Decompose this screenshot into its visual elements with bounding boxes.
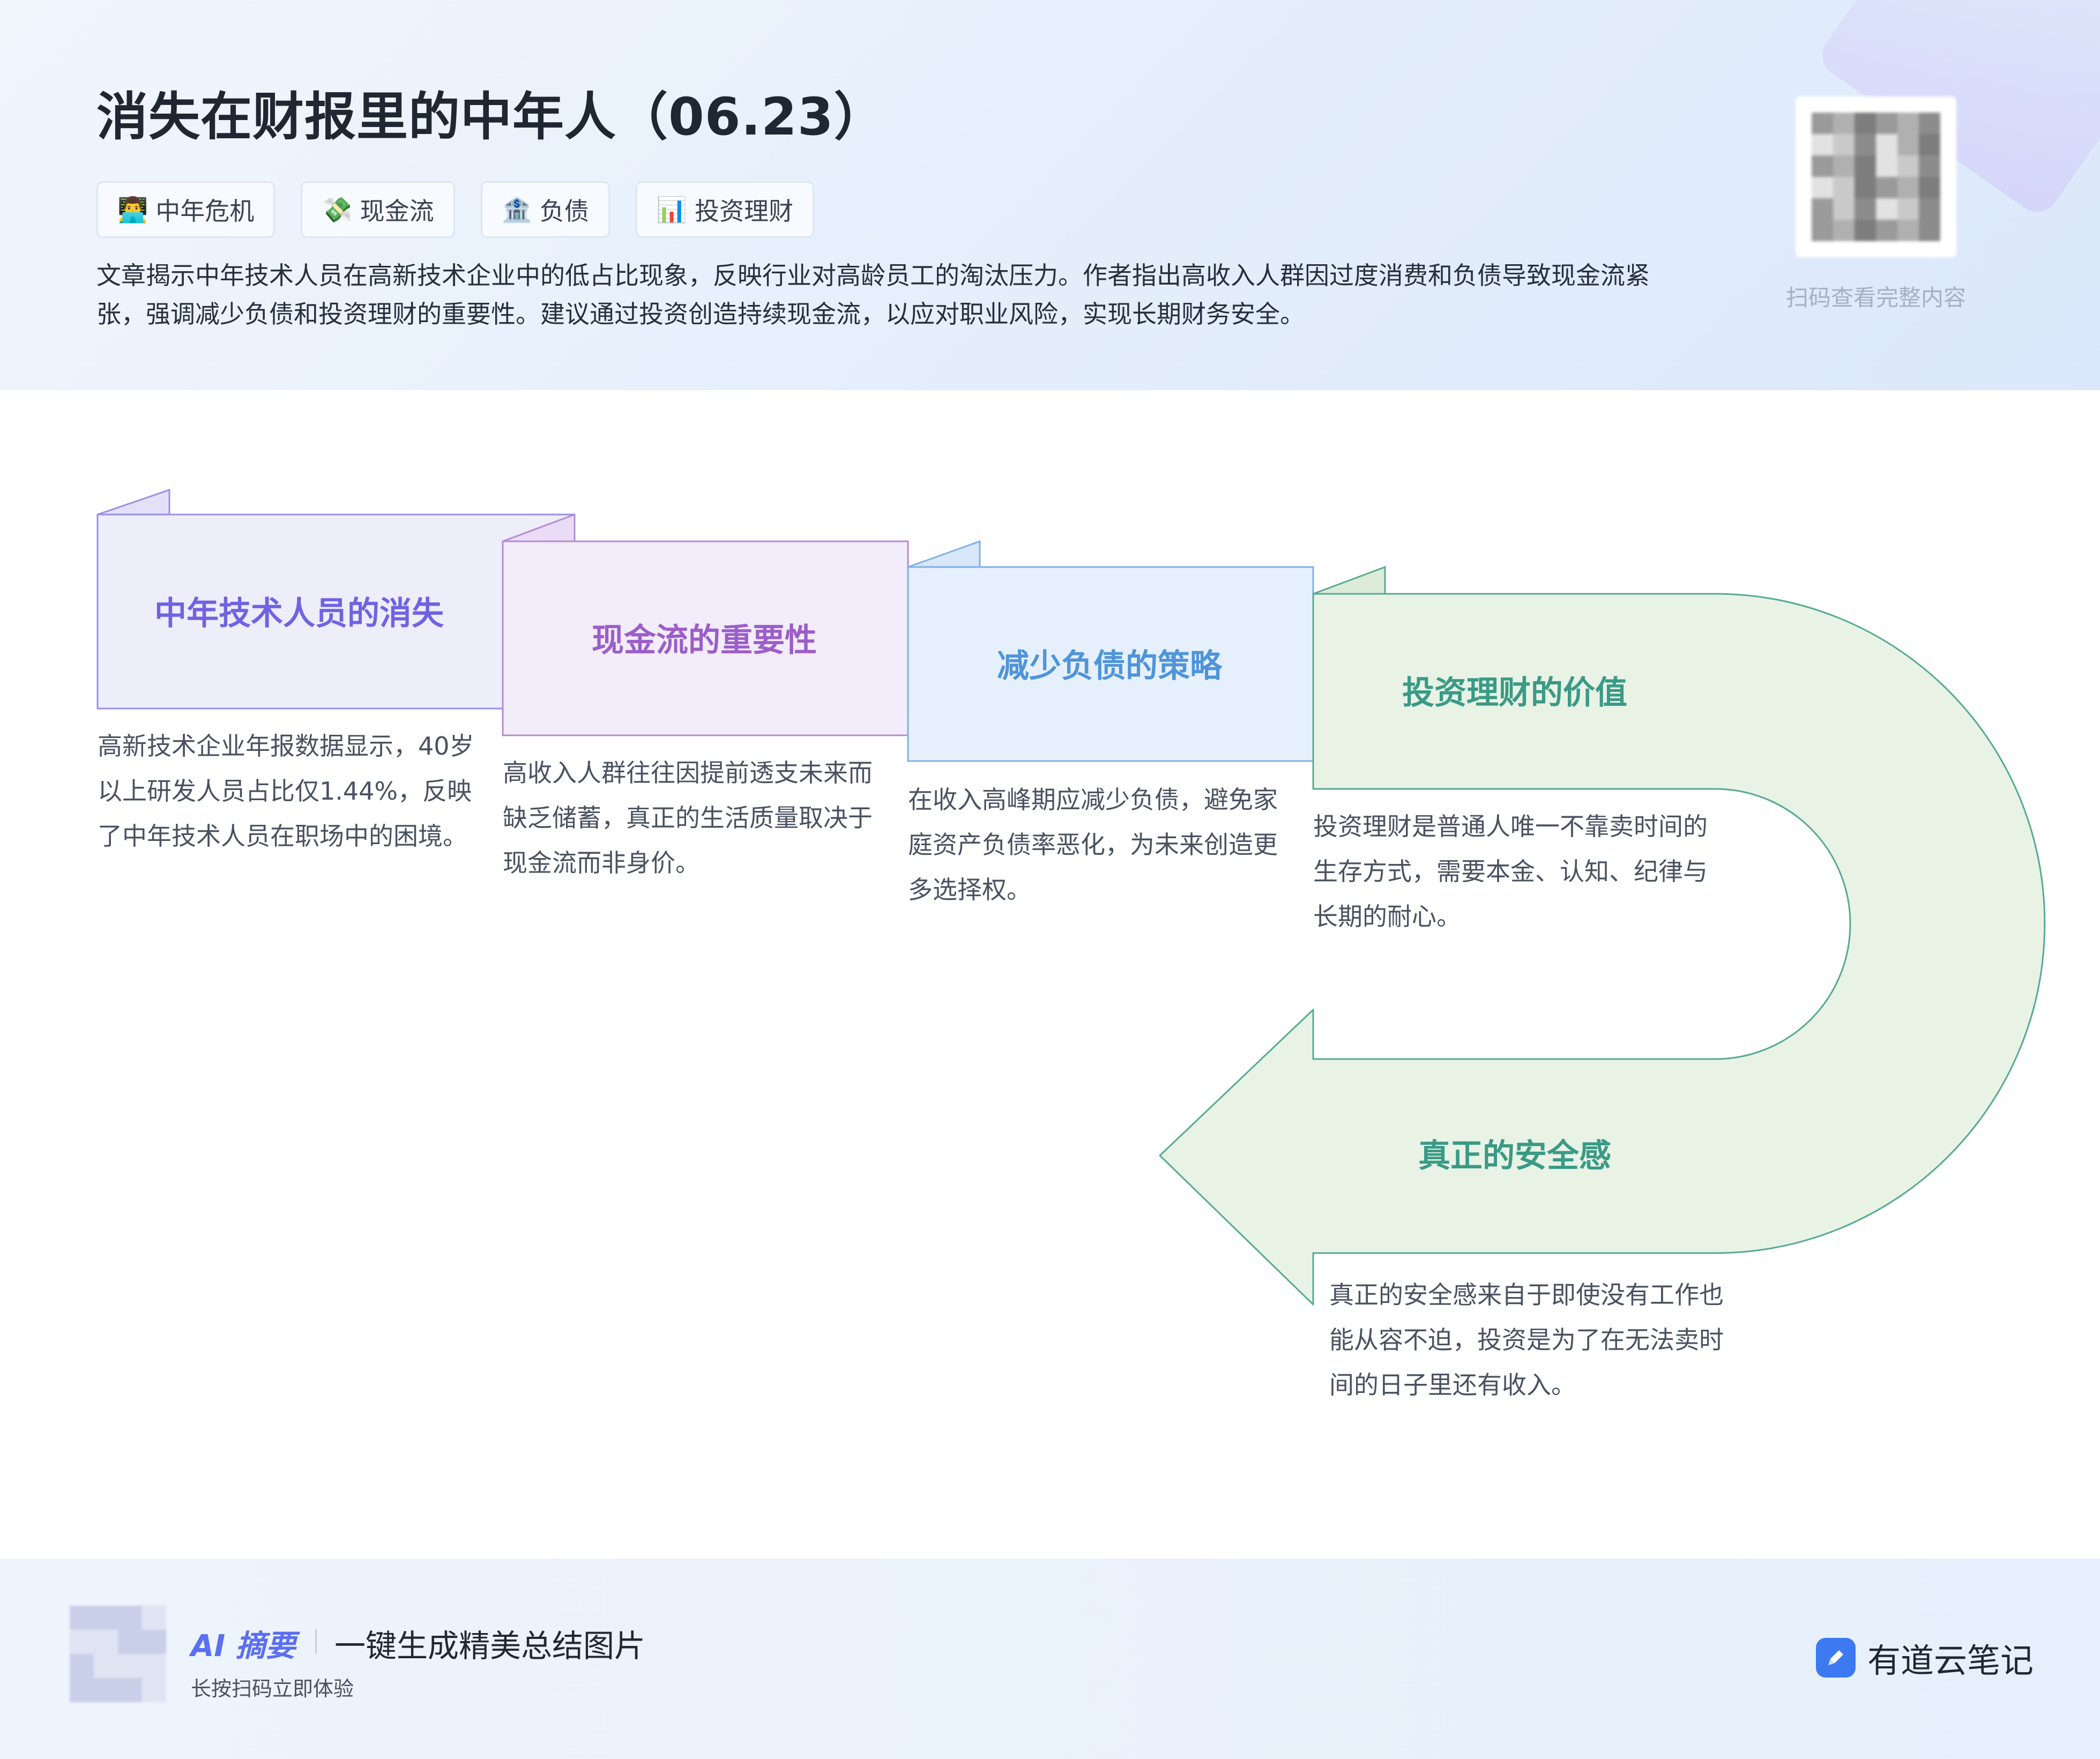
header: 消失在财报里的中年人（06.23） 👨‍💻 中年危机 💸 现金流 🏦 负债 📊 … bbox=[0, 0, 2100, 390]
flow-shapes bbox=[96, 488, 2046, 1306]
bank-icon: 🏦 bbox=[501, 195, 532, 224]
divider bbox=[315, 1629, 317, 1654]
tag-label: 中年危机 bbox=[155, 197, 255, 226]
tag-debt[interactable]: 🏦 负债 bbox=[480, 181, 610, 238]
step-5-title: 真正的安全感 bbox=[1418, 1137, 1611, 1175]
tag-cash-flow[interactable]: 💸 现金流 bbox=[301, 181, 455, 238]
qr-code[interactable] bbox=[1796, 96, 1956, 257]
step-3-description: 在收入高峰期应减少负债，避免家庭资产负债率恶化，为未来创造更多选择权。 bbox=[908, 785, 1278, 904]
footer-subtext: 长按扫码立即体验 bbox=[191, 1677, 354, 1701]
ai-summary-label: AI 摘要 bbox=[191, 1629, 296, 1664]
developer-emoji-icon: 👨‍💻 bbox=[117, 195, 148, 224]
step-4-fold bbox=[1313, 565, 1386, 595]
bar-chart-icon: 📊 bbox=[656, 195, 688, 224]
step-5-description: 真正的安全感来自于即使没有工作也能从容不迫，投资是为了在无法卖时间的日子里还有收… bbox=[1329, 1280, 1724, 1399]
tag-investing[interactable]: 📊 投资理财 bbox=[635, 181, 815, 238]
brand-name: 有道云笔记 bbox=[1867, 1641, 2034, 1680]
footer-slogan: 一键生成精美总结图片 bbox=[334, 1628, 646, 1664]
tag-label: 现金流 bbox=[360, 197, 434, 226]
step-1-description: 高新技术企业年报数据显示，40岁以上研发人员占比仅1.44%，反映了中年技术人员… bbox=[98, 732, 474, 851]
qr-caption: 扫码查看完整内容 bbox=[1785, 285, 1966, 311]
note-pen-icon bbox=[1816, 1638, 1856, 1678]
step-2-description: 高收入人群往往因提前透支未来而缺乏储蓄，真正的生活质量取决于现金流而非身价。 bbox=[503, 758, 873, 877]
brand-logo[interactable]: 有道云笔记 bbox=[1816, 1634, 2034, 1682]
tag-label: 负债 bbox=[539, 197, 589, 226]
page-title: 消失在财报里的中年人（06.23） bbox=[96, 87, 886, 147]
footer: AI 摘要 一键生成精美总结图片 长按扫码立即体验 有道云笔记 bbox=[0, 1559, 2100, 1759]
step-2-title: 现金流的重要性 bbox=[592, 622, 817, 659]
step-1-title: 中年技术人员的消失 bbox=[154, 595, 444, 632]
article-summary: 文章揭示中年技术人员在高新技术企业中的低占比现象，反映行业对高龄员工的淘汰压力。… bbox=[96, 261, 1650, 329]
tag-list: 👨‍💻 中年危机 💸 现金流 🏦 负债 📊 投资理财 bbox=[96, 181, 815, 238]
step-4-title: 投资理财的价值 bbox=[1402, 674, 1627, 712]
step-3-title: 减少负债的策略 bbox=[997, 647, 1222, 685]
tag-label: 投资理财 bbox=[695, 197, 794, 226]
money-wings-icon: 💸 bbox=[322, 195, 353, 224]
step-4-description: 投资理财是普通人唯一不靠卖时间的生存方式，需要本金、认知、纪律与长期的耐心。 bbox=[1313, 812, 1708, 931]
footer-qr-code[interactable] bbox=[70, 1606, 166, 1702]
tag-midlife-crisis[interactable]: 👨‍💻 中年危机 bbox=[96, 181, 275, 238]
flow-diagram: 中年技术人员的消失 现金流的重要性 减少负债的策略 投资理财的价值 真正的安全感… bbox=[0, 390, 2100, 1559]
